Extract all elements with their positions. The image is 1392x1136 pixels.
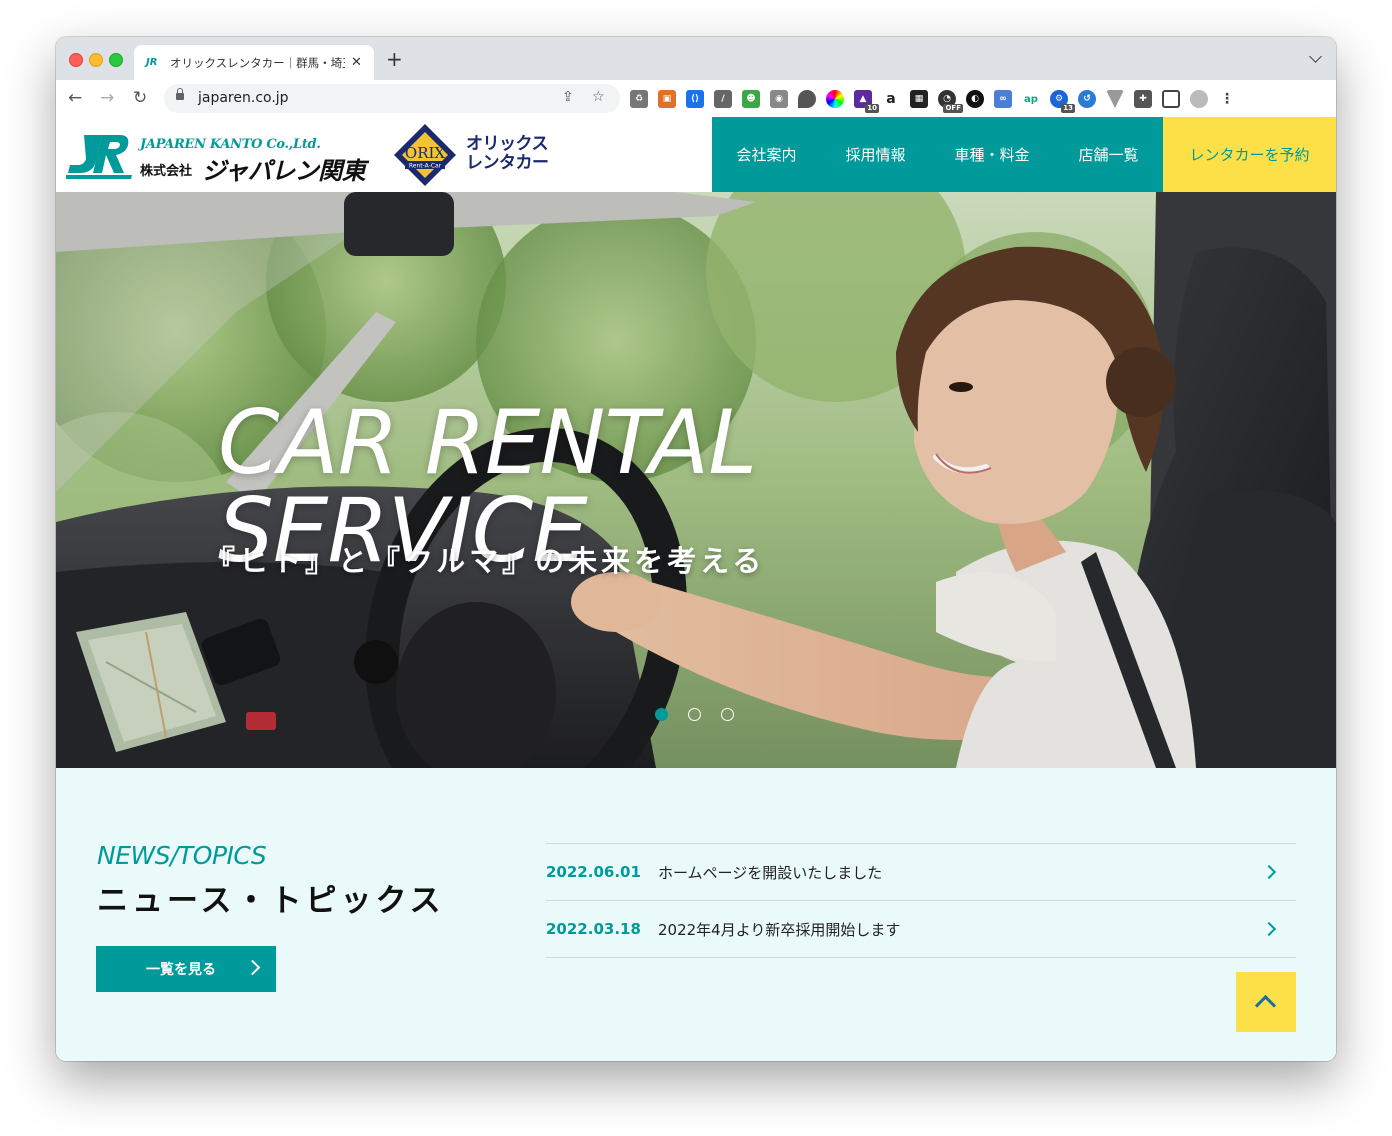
- news-title: ホームページを開設いたしました: [658, 863, 883, 882]
- back-to-top-button[interactable]: [1236, 972, 1296, 1032]
- new-tab-button[interactable]: +: [386, 49, 403, 69]
- html-tag-extension-icon[interactable]: /: [714, 90, 732, 108]
- company-name-en: JAPAREN KANTO Co.,Ltd.: [140, 137, 321, 152]
- tab-search-chevron-icon[interactable]: [1309, 50, 1322, 63]
- view-all-news-button[interactable]: 一覧を見る: [96, 946, 276, 992]
- graduation-cap-extension-icon[interactable]: ▲ 10: [854, 90, 879, 113]
- news-heading-en: NEWS/TOPICS: [97, 841, 267, 870]
- reload-icon[interactable]: ↻: [133, 88, 147, 108]
- hero-title-line-1: CAR RENTAL: [218, 390, 757, 494]
- orix-line-1: オリックス: [466, 134, 548, 154]
- contrast-extension-icon[interactable]: ◐: [966, 90, 984, 108]
- nav-stores[interactable]: 店舗一覧: [1078, 144, 1138, 165]
- reserve-rental-button[interactable]: レンタカーを予約: [1163, 117, 1336, 192]
- view-all-label: 一覧を見る: [146, 962, 216, 978]
- share-icon[interactable]: ⇪: [562, 89, 574, 105]
- color-picker-extension-icon[interactable]: [826, 90, 844, 108]
- chevron-right-icon: [244, 959, 261, 976]
- chevron-up-icon: [1254, 994, 1277, 1017]
- qr-code-extension-icon[interactable]: ▦: [910, 90, 928, 108]
- map-pin-extension-icon[interactable]: [798, 90, 816, 108]
- robot-extension-icon[interactable]: ☻: [742, 90, 760, 108]
- bookmark-star-icon[interactable]: ☆: [592, 89, 605, 105]
- slider-dot-1[interactable]: [655, 708, 668, 721]
- site-favicon-icon: JR: [146, 57, 158, 68]
- news-date: 2022.03.18: [546, 920, 641, 938]
- slider-dot-2[interactable]: [688, 708, 701, 721]
- slider-dot-3[interactable]: [721, 708, 734, 721]
- japaren-logo-icon[interactable]: [66, 129, 134, 181]
- news-list: 2022.06.01 ホームページを開設いたしました 2022.03.18 20…: [546, 843, 1296, 958]
- code-extension-icon[interactable]: ⟨⟩: [686, 90, 704, 108]
- tab-title: オリックスレンタカー｜群馬・埼玉: [170, 55, 345, 70]
- orix-rent-a-car-logo-icon[interactable]: ORIX Rent-A-Car: [393, 123, 457, 187]
- company-type-label: 株式会社: [140, 164, 193, 179]
- site-header: JAPAREN KANTO Co.,Ltd. 株式会社 ジャパレン関東 ORIX…: [56, 117, 1336, 192]
- history-extension-icon[interactable]: ↺: [1078, 90, 1096, 108]
- global-nav: 会社案内 採用情報 車種・料金 店舗一覧: [712, 117, 1163, 192]
- maximize-window-button[interactable]: [109, 53, 123, 67]
- nav-company[interactable]: 会社案内: [736, 144, 796, 165]
- active-tab[interactable]: JR オリックスレンタカー｜群馬・埼玉 ✕: [134, 45, 374, 80]
- camera-extension-icon[interactable]: ◉: [770, 90, 788, 108]
- browser-window: JR オリックスレンタカー｜群馬・埼玉 ✕ + ← → ↻ japaren.co…: [56, 37, 1336, 1061]
- web-page: JAPAREN KANTO Co.,Ltd. 株式会社 ジャパレン関東 ORIX…: [56, 117, 1336, 1061]
- lock-icon: [176, 88, 184, 100]
- speed-extension-icon[interactable]: ◔ OFF: [938, 90, 963, 113]
- extensions-row: ♻ ▣ ⟨⟩ / ☻ ◉ ▲ 10 a ▦ ◔ OFF ◐ ∞ ap ⚙ 13 ↺ ✚…: [630, 88, 1246, 113]
- browser-toolbar: ← → ↻ japaren.co.jp ⇪ ☆ ♻ ▣ ⟨⟩ / ☻ ◉ ▲ 10…: [56, 80, 1336, 118]
- link-extension-icon[interactable]: ∞: [994, 90, 1012, 108]
- close-window-button[interactable]: [69, 53, 83, 67]
- news-item[interactable]: 2022.06.01 ホームページを開設いたしました: [546, 844, 1296, 901]
- side-panel-icon[interactable]: [1162, 90, 1180, 108]
- hero-slider: CAR RENTAL SERVICE 『ヒト』と『クルマ』の未来を考える: [56, 192, 1336, 768]
- ap-extension-icon[interactable]: ap: [1022, 90, 1040, 108]
- slider-dots: [655, 708, 754, 721]
- orix-brand-text: オリックス レンタカー: [466, 135, 549, 173]
- company-name-jp: ジャパレン関東: [202, 157, 366, 185]
- chevron-right-icon: [1261, 921, 1277, 937]
- nav-cars-prices[interactable]: 車種・料金: [954, 144, 1029, 165]
- orix-sub-text: Rent-A-Car: [409, 163, 442, 170]
- news-item[interactable]: 2022.03.18 2022年4月より新卒採用開始します: [546, 901, 1296, 958]
- orix-name-text: ORIX: [405, 144, 446, 162]
- minimize-window-button[interactable]: [89, 53, 103, 67]
- puzzle-extensions-icon[interactable]: ✚: [1134, 90, 1152, 108]
- forward-arrow-icon[interactable]: →: [100, 88, 114, 108]
- nav-recruit[interactable]: 採用情報: [845, 144, 905, 165]
- kebab-menu-icon[interactable]: ⋮: [1218, 90, 1236, 108]
- tab-close-icon[interactable]: ✕: [351, 55, 362, 70]
- vue-extension-icon[interactable]: [1106, 90, 1124, 108]
- amazon-extension-icon[interactable]: a: [882, 90, 900, 108]
- orix-line-2: レンタカー: [466, 153, 549, 173]
- back-arrow-icon[interactable]: ←: [68, 88, 82, 108]
- recycle-extension-icon[interactable]: ♻: [630, 90, 648, 108]
- news-heading-jp: ニュース・トピックス: [97, 883, 445, 919]
- gear-extension-icon[interactable]: ⚙ 13: [1050, 90, 1075, 113]
- address-bar[interactable]: japaren.co.jp ⇪ ☆: [164, 84, 620, 113]
- news-date: 2022.06.01: [546, 863, 641, 881]
- url-text: japaren.co.jp: [198, 90, 289, 106]
- tab-strip: JR オリックスレンタカー｜群馬・埼玉 ✕ +: [56, 37, 1336, 80]
- chevron-right-icon: [1261, 864, 1277, 880]
- profile-avatar-icon[interactable]: [1190, 90, 1208, 108]
- hero-subtitle: 『ヒト』と『クルマ』の未来を考える: [206, 544, 766, 578]
- news-title: 2022年4月より新卒採用開始します: [658, 920, 901, 939]
- screenshot-extension-icon[interactable]: ▣: [658, 90, 676, 108]
